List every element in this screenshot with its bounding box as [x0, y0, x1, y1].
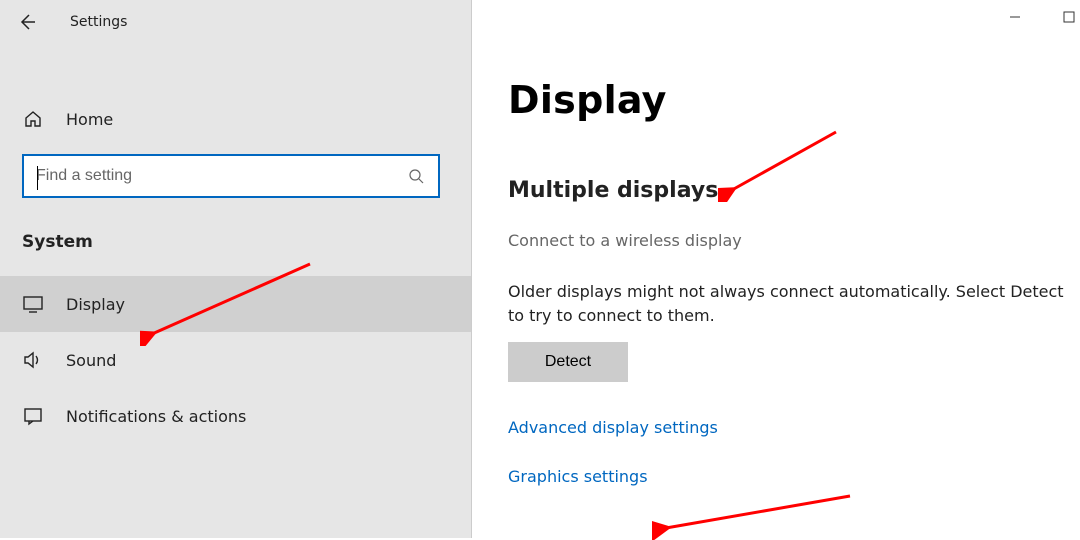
titlebar: Settings: [0, 0, 471, 44]
sidebar-home[interactable]: Home: [0, 94, 471, 144]
detect-description: Older displays might not always connect …: [508, 280, 1080, 328]
sidebar-item-label: Display: [66, 295, 125, 314]
search-icon[interactable]: [406, 168, 426, 184]
minimize-icon[interactable]: [1006, 8, 1024, 26]
sidebar-item-display[interactable]: Display: [0, 276, 471, 332]
window-controls: [1006, 8, 1080, 26]
content-area: Display Multiple displays Connect to a w…: [472, 0, 1080, 538]
sidebar: Settings Home System Display Sound: [0, 0, 472, 538]
sidebar-home-label: Home: [66, 110, 113, 129]
back-arrow-icon[interactable]: [18, 13, 36, 31]
home-icon: [22, 108, 44, 130]
text-cursor-icon: [37, 166, 38, 190]
multiple-displays-heading: Multiple displays: [508, 178, 1080, 203]
sidebar-item-notifications[interactable]: Notifications & actions: [0, 388, 471, 444]
display-icon: [22, 293, 44, 315]
advanced-display-settings-link[interactable]: Advanced display settings: [508, 418, 1080, 437]
maximize-icon[interactable]: [1060, 8, 1078, 26]
sidebar-item-sound[interactable]: Sound: [0, 332, 471, 388]
detect-button[interactable]: Detect: [508, 342, 628, 382]
sidebar-item-label: Notifications & actions: [66, 407, 246, 426]
sound-icon: [22, 349, 44, 371]
sidebar-item-label: Sound: [66, 351, 116, 370]
notifications-icon: [22, 405, 44, 427]
search-box[interactable]: [22, 154, 440, 198]
search-input[interactable]: [36, 167, 406, 185]
page-title: Display: [508, 78, 1080, 122]
window-title: Settings: [70, 14, 127, 30]
search-wrap: [0, 144, 471, 198]
graphics-settings-link[interactable]: Graphics settings: [508, 467, 1080, 486]
sidebar-section-header: System: [0, 198, 471, 276]
wireless-display-link[interactable]: Connect to a wireless display: [508, 231, 1080, 250]
